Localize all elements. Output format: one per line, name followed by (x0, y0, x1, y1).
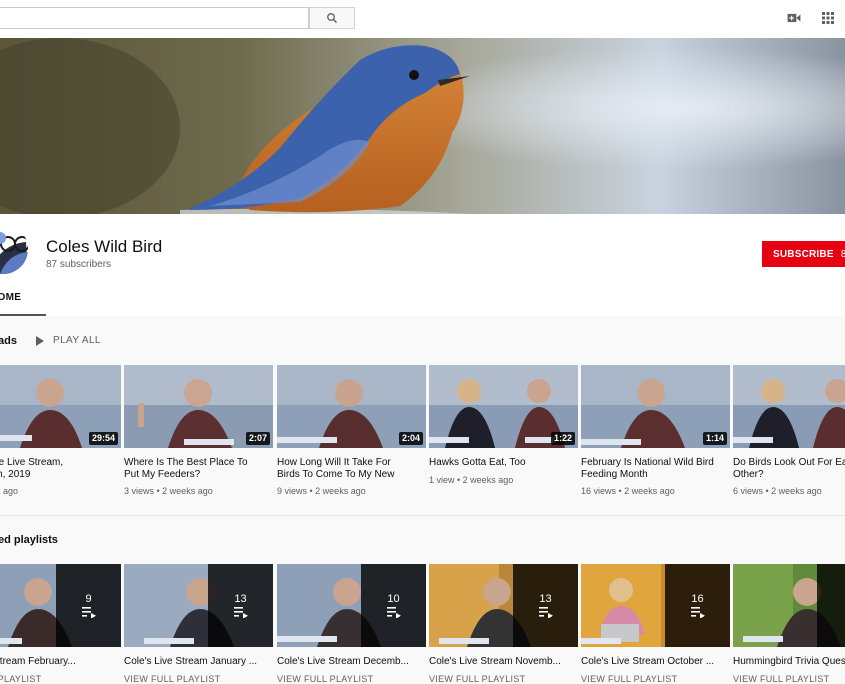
video-duration: 29:54 (88, 432, 118, 445)
search-input[interactable] (0, 7, 309, 29)
video-meta: 3 views • 2 weeks ago (124, 486, 213, 496)
channel-name: Coles Wild Bird (46, 237, 163, 256)
playlist-thumbnail[interactable]: 13 (124, 564, 273, 647)
video-meta: 1 view • 2 weeks ago (429, 475, 514, 485)
playlist-title[interactable]: Cole's Live Stream Novemb... (429, 656, 572, 668)
video-views: 6 views (733, 486, 764, 496)
playlist-title[interactable]: Cole's Live Stream January ... (124, 656, 267, 668)
subscriber-count: 87 subscribers (46, 259, 112, 270)
playlist-thumbnail[interactable]: 10 (277, 564, 426, 647)
playlist-title[interactable]: Live Stream February... (0, 656, 115, 668)
video-title[interactable]: Where Is The Best Place To Put My Feeders… (124, 457, 269, 481)
playlist-title[interactable]: Cole's Live Stream October ... (581, 656, 724, 668)
video-views: 3 views (124, 486, 155, 496)
playlist-thumbnail[interactable]: 13 (429, 564, 578, 647)
channel-avatar[interactable] (0, 224, 28, 274)
playlist-icon (233, 606, 248, 618)
view-full-playlist-link[interactable]: VIEW FULL PLAYLIST (733, 674, 829, 684)
video-views: 16 views (581, 486, 617, 496)
tab-home-label: HOME (0, 292, 22, 303)
playlist-count: 9 (85, 593, 92, 605)
playlist-icon (538, 606, 553, 618)
playlist-overlay: 13 (513, 564, 578, 647)
video-duration: 2:07 (245, 432, 270, 445)
video-views: 1 view (429, 475, 455, 485)
video-age: 1 week ago (0, 486, 19, 496)
video-age: 2 weeks ago (624, 486, 675, 496)
playlists-section-title[interactable]: ed playlists (0, 534, 58, 546)
playlist-overlay: 16 (665, 564, 730, 647)
video-age: 2 weeks ago (162, 486, 213, 496)
search-icon (326, 12, 338, 24)
tab-home[interactable]: HOME (0, 292, 46, 316)
video-title[interactable]: February Is National Wild Bird Feeding Mo… (581, 457, 726, 481)
video-meta: 9 views • 2 weeks ago (277, 486, 366, 496)
playlist-icon (386, 606, 401, 618)
search-button[interactable] (309, 7, 355, 29)
playlist-count: 13 (234, 593, 247, 605)
video-duration: 1:14 (702, 432, 727, 445)
video-thumbnail[interactable] (733, 365, 845, 448)
uploads-section-title[interactable]: ads (0, 335, 17, 347)
video-thumbnail[interactable]: 2:04 (277, 365, 426, 448)
create-video-icon[interactable] (786, 10, 802, 26)
video-thumbnail[interactable]: 29:54 (0, 365, 121, 448)
channel-banner (0, 38, 845, 214)
video-title[interactable]: How Long Will It Take For Birds To Come T… (277, 457, 422, 481)
video-age: 2 weeks ago (462, 475, 514, 485)
video-views: 9 views (277, 486, 308, 496)
view-full-playlist-link[interactable]: VIEW FULL PLAYLIST (429, 674, 525, 684)
subscribe-count: 87 (840, 248, 845, 260)
channel-header: Coles Wild Bird 87 subscribers SUBSCRIBE… (0, 214, 845, 316)
video-meta: 6 views • 2 weeks ago (733, 486, 822, 496)
playlist-thumbnail[interactable]: 16 (581, 564, 730, 647)
playlist-overlay: 10 (361, 564, 426, 647)
video-age: 2 weeks ago (315, 486, 366, 496)
playlist-overlay: 9 (56, 564, 121, 647)
tab-active-indicator (0, 314, 46, 316)
playlist-count: 16 (691, 593, 704, 605)
playlist-overlay (817, 564, 845, 647)
playlist-overlay: 13 (208, 564, 273, 647)
video-title[interactable]: Do Birds Look Out For Ea Other? (733, 457, 845, 481)
video-duration: 1:22 (550, 432, 575, 445)
play-all-button[interactable]: PLAY ALL (36, 335, 101, 346)
playlist-title[interactable]: Cole's Live Stream Decemb... (277, 656, 420, 668)
view-full-playlist-link[interactable]: VIEW FULL PLAYLIST (124, 674, 220, 684)
video-thumbnail[interactable]: 1:14 (581, 365, 730, 448)
playlist-count: 10 (387, 593, 400, 605)
playlist-thumbnail[interactable]: 9 (0, 564, 121, 647)
video-title[interactable]: rd Cole Live Stream,ary 6th, 2019 (0, 457, 117, 481)
playlist-count: 13 (539, 593, 552, 605)
playlist-title[interactable]: Hummingbird Trivia Ques (733, 656, 845, 668)
video-thumbnail[interactable]: 1:22 (429, 365, 578, 448)
subscribe-label: SUBSCRIBE (773, 248, 834, 260)
top-bar (0, 0, 845, 38)
view-full-playlist-link[interactable]: VIEW FULL PLAYLIST (581, 674, 677, 684)
playlist-icon (690, 606, 705, 618)
view-full-playlist-link[interactable]: FULL PLAYLIST (0, 674, 41, 684)
apps-grid-icon[interactable] (820, 10, 836, 26)
video-meta: 16 views • 2 weeks ago (581, 486, 675, 496)
section-divider (0, 515, 845, 516)
view-full-playlist-link[interactable]: VIEW FULL PLAYLIST (277, 674, 373, 684)
video-duration: 2:04 (398, 432, 423, 445)
video-meta: 1 week ago (0, 486, 18, 496)
play-icon (36, 335, 44, 346)
subscribe-button[interactable]: SUBSCRIBE 87 (762, 241, 845, 267)
play-all-label: PLAY ALL (53, 335, 101, 346)
playlist-icon (81, 606, 96, 618)
video-age: 2 weeks ago (771, 486, 822, 496)
playlist-thumbnail[interactable] (733, 564, 845, 647)
video-thumbnail[interactable]: 2:07 (124, 365, 273, 448)
video-title[interactable]: Hawks Gotta Eat, Too (429, 457, 574, 469)
